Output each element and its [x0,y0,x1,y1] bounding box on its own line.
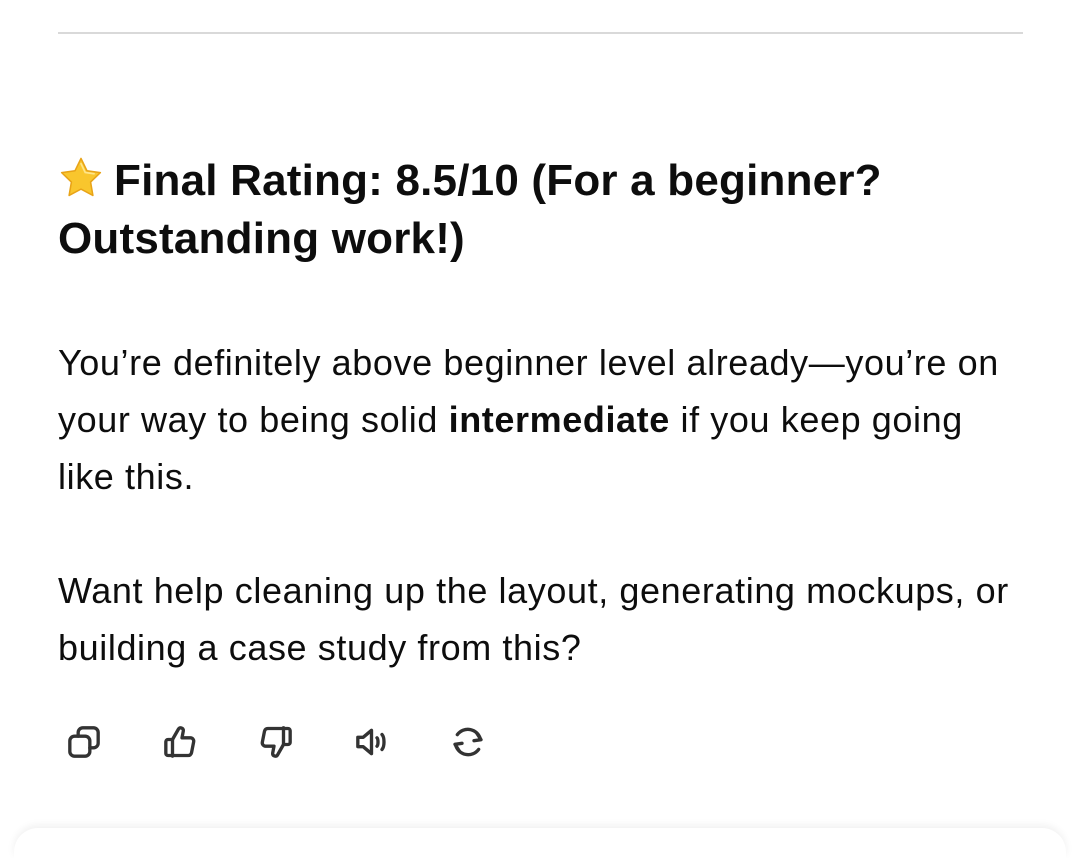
bad-response-button[interactable] [250,716,302,768]
good-response-button[interactable] [154,716,206,768]
rating-heading-text: Final Rating: 8.5/10 (For a beginner? Ou… [58,156,882,263]
star-icon [60,157,102,197]
regenerate-icon [453,727,483,757]
thumbs-up-icon [164,726,196,758]
thumbs-down-icon [260,726,292,758]
message-actions [58,716,538,768]
speaker-icon [356,728,386,756]
assessment-paragraph: You’re definitely above beginner level a… [58,334,1018,505]
level-highlight: intermediate [448,399,670,440]
composer-edge [14,828,1066,858]
offer-paragraph: Want help cleaning up the layout, genera… [58,570,1009,668]
copy-button[interactable] [58,716,110,768]
read-aloud-button[interactable] [346,716,398,768]
rating-heading: Final Rating: 8.5/10 (For a beginner? Ou… [58,152,1018,268]
message-divider [58,32,1023,34]
assistant-message: Final Rating: 8.5/10 (For a beginner? Ou… [58,152,1018,676]
regenerate-button[interactable] [442,716,494,768]
copy-icon [68,726,100,758]
